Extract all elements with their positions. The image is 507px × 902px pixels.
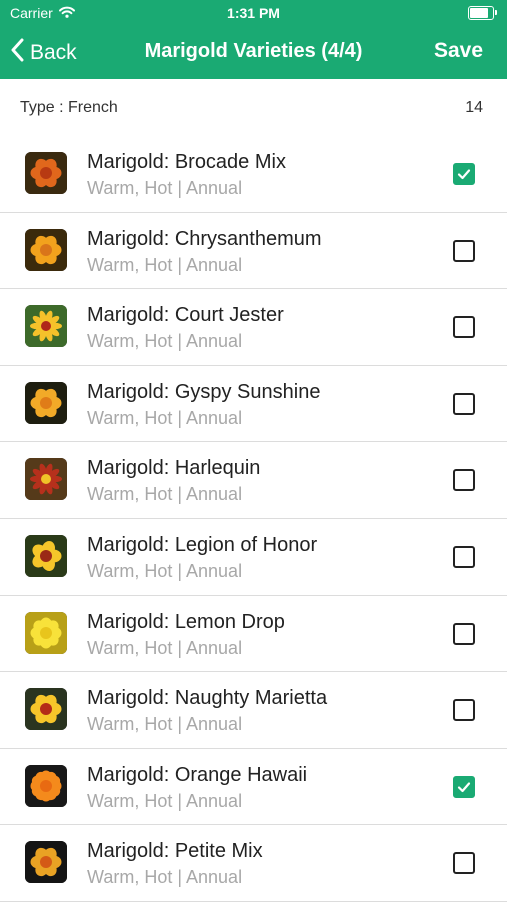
variety-thumbnail (25, 611, 67, 654)
page-title: Marigold Varieties (4/4) (144, 40, 363, 62)
variety-name: Marigold: Lemon Drop (87, 610, 285, 633)
variety-name: Marigold: Gyspy Sunshine (87, 380, 321, 403)
variety-subtitle: Warm, Hot | Annual (87, 714, 243, 735)
variety-checkbox[interactable] (453, 316, 475, 339)
checkmark-icon (457, 169, 471, 180)
battery-icon (468, 6, 497, 20)
variety-checkbox[interactable] (453, 775, 475, 798)
variety-checkbox[interactable] (453, 392, 475, 415)
variety-name: Marigold: Chrysanthemum (87, 227, 322, 250)
variety-thumbnail (25, 841, 67, 884)
variety-subtitle: Warm, Hot | Annual (87, 790, 243, 811)
variety-checkbox[interactable] (453, 622, 475, 645)
status-time: 1:31 PM (227, 5, 280, 21)
variety-checkbox[interactable] (453, 852, 475, 875)
variety-list: Marigold: Brocade Mix Warm, Hot | Annual M… (0, 136, 507, 902)
variety-row[interactable]: Marigold: Naughty Marietta Warm, Hot | An… (0, 672, 507, 749)
variety-subtitle: Warm, Hot | Annual (87, 560, 243, 581)
variety-thumbnail (25, 458, 67, 501)
variety-name: Marigold: Court Jester (87, 304, 284, 327)
app-header: Carrier 1:31 PM Back Marigold Varieties … (0, 0, 507, 79)
variety-name: Marigold: Harlequin (87, 457, 261, 480)
status-bar: Carrier 1:31 PM (0, 0, 507, 28)
variety-thumbnail (25, 305, 67, 348)
variety-name: Marigold: Brocade Mix (87, 151, 286, 173)
variety-row[interactable]: Marigold: Lemon Drop Warm, Hot | Annual (0, 596, 507, 673)
variety-row[interactable]: Marigold: Chrysanthemum Warm, Hot | Annua… (0, 213, 507, 290)
variety-count: 14 (465, 99, 483, 116)
checkmark-icon (457, 782, 471, 792)
variety-subtitle: Warm, Hot | Annual (87, 254, 243, 275)
variety-checkbox[interactable] (453, 163, 475, 185)
variety-checkbox[interactable] (453, 699, 475, 722)
variety-row[interactable]: Marigold: Court Jester Warm, Hot | Annual (0, 289, 507, 366)
variety-row[interactable]: Marigold: Legion of Honor Warm, Hot | Ann… (0, 519, 507, 596)
variety-row[interactable]: Marigold: Brocade Mix Warm, Hot | Annual (0, 136, 507, 213)
variety-name: Marigold: Legion of Honor (87, 533, 318, 556)
variety-checkbox[interactable] (453, 239, 475, 262)
variety-thumbnail (25, 764, 67, 807)
variety-thumbnail (25, 534, 67, 577)
variety-subtitle: Warm, Hot | Annual (87, 407, 243, 428)
variety-checkbox[interactable] (453, 469, 475, 492)
variety-thumbnail (25, 152, 67, 194)
variety-row[interactable]: Marigold: Gyspy Sunshine Warm, Hot | Annu… (0, 366, 507, 443)
save-button[interactable]: Save (434, 39, 483, 63)
variety-subtitle: Warm, Hot | Annual (87, 178, 243, 198)
navigation-bar: Back Marigold Varieties (4/4) Save (0, 28, 507, 79)
variety-subtitle: Warm, Hot | Annual (87, 484, 243, 505)
variety-row[interactable]: Marigold: Petite Mix Warm, Hot | Annual (0, 825, 507, 902)
type-summary: Type : French 14 (0, 79, 507, 136)
variety-checkbox[interactable] (453, 545, 475, 568)
variety-name: Marigold: Petite Mix (87, 840, 263, 863)
variety-row[interactable]: Marigold: Harlequin Warm, Hot | Annual (0, 442, 507, 519)
variety-thumbnail (25, 381, 67, 424)
variety-subtitle: Warm, Hot | Annual (87, 637, 243, 658)
variety-subtitle: Warm, Hot | Annual (87, 331, 243, 352)
variety-subtitle: Warm, Hot | Annual (87, 867, 243, 888)
variety-row[interactable]: Marigold: Orange Hawaii Warm, Hot | Annua… (0, 749, 507, 826)
variety-thumbnail (25, 228, 67, 271)
type-label: Type : French (20, 99, 118, 116)
variety-name: Marigold: Orange Hawaii (87, 763, 308, 786)
variety-name: Marigold: Naughty Marietta (87, 687, 328, 710)
variety-thumbnail (25, 688, 67, 731)
